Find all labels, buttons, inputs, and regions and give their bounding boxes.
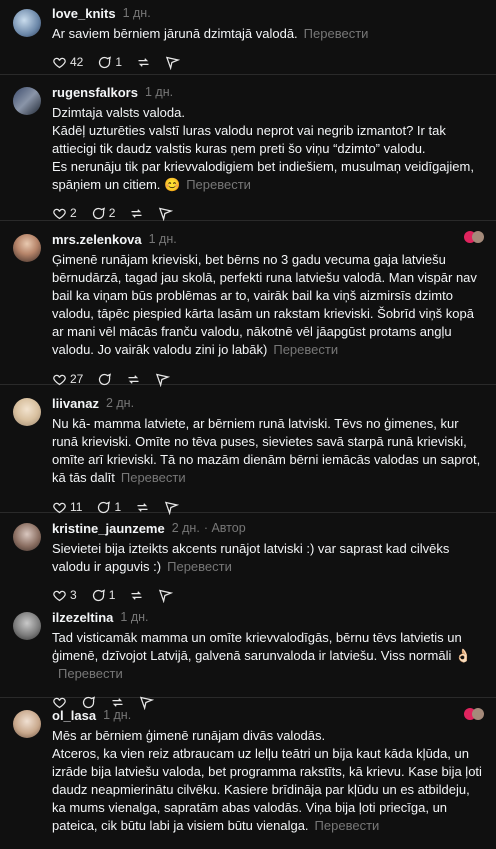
reply-button[interactable]: 1	[91, 588, 116, 603]
like-count: 11	[70, 500, 83, 514]
post-text: Ģimenē runājam krieviski, bet bērns no 3…	[52, 252, 481, 357]
translate-link[interactable]: Перевести	[58, 666, 123, 681]
timestamp: 2 дн.	[105, 396, 135, 410]
reply-count: 1	[108, 588, 116, 602]
avatar	[472, 231, 484, 243]
post-text: Ar saviem bērniem jārunā dzimtajā valodā…	[52, 26, 369, 41]
username[interactable]: kristine_jaunzeme	[52, 521, 165, 536]
post-ol-lasa: ol_lasa 1 дн. Mēs ar bērniem ģimenē runāj…	[0, 698, 496, 849]
translate-link[interactable]: Перевести	[315, 818, 380, 833]
reply-button[interactable]: 2	[91, 206, 116, 221]
reply-count: 2	[108, 206, 116, 220]
like-count: 42	[70, 55, 84, 69]
author-badge: · Автор	[203, 521, 246, 535]
post-text: Tad visticamāk mamma un omīte krievvalod…	[52, 630, 472, 681]
like-button[interactable]: 2	[52, 206, 77, 221]
avatar[interactable]	[13, 523, 41, 551]
send-icon	[159, 589, 174, 603]
avatar[interactable]	[13, 234, 41, 262]
timestamp: 1 дн.	[144, 85, 174, 99]
comment-icon	[99, 55, 112, 68]
avatar[interactable]	[13, 87, 41, 115]
send-icon	[159, 207, 174, 221]
translate-link[interactable]: Перевести	[273, 342, 338, 357]
share-button[interactable]	[158, 206, 174, 221]
username[interactable]: mrs.zelenkova	[52, 232, 142, 247]
timestamp: 1 дн.	[148, 232, 177, 246]
heart-icon	[53, 590, 66, 601]
like-count: 27	[70, 372, 84, 386]
comment-icon	[92, 588, 105, 601]
like-button[interactable]: 3	[52, 588, 77, 603]
liked-by-indicator[interactable]	[464, 708, 484, 720]
repost-icon	[138, 57, 149, 67]
timestamp: 1 дн.	[103, 708, 132, 722]
translate-link[interactable]: Перевести	[167, 559, 232, 574]
post-text: Mēs ar bērniem ģimenē runājam divās valo…	[52, 728, 482, 833]
repost-button[interactable]	[129, 588, 144, 603]
repost-icon	[131, 208, 142, 218]
post-text: Sievietei bija izteikts akcents runājot …	[52, 541, 454, 574]
post-mrs-zelenkova: mrs.zelenkova 1 дн. Ģimenē runājam krievi…	[0, 221, 496, 387]
post-love-knits: love_knits 1 дн. Ar saviem bērniem jārunā…	[0, 0, 496, 75]
post-text: Nu kā- mamma latviete, ar bērniem runā l…	[52, 416, 484, 485]
repost-button[interactable]	[129, 206, 144, 221]
timestamp: 1 дн.	[122, 6, 151, 20]
comment-icon	[92, 206, 105, 219]
post-ilzezeltina: ilzezeltina 1 дн. Tad visticamāk mamma un…	[0, 604, 496, 710]
username[interactable]: ol_lasa	[52, 708, 96, 723]
send-icon	[165, 56, 181, 70]
avatar[interactable]	[13, 398, 41, 426]
repost-button[interactable]	[136, 55, 151, 70]
translate-link[interactable]: Перевести	[304, 26, 369, 41]
post-liivanaz: liivanaz 2 дн. Nu kā- mamma latviete, ar …	[0, 385, 496, 515]
post-text: Dzimtaja valsts valoda. Kādēļ uzturēties…	[52, 105, 474, 192]
translate-link[interactable]: Перевести	[186, 177, 251, 192]
timestamp: 2 дн.	[171, 521, 200, 535]
username[interactable]: rugensfalkors	[52, 85, 138, 100]
reply-count: 1	[114, 500, 122, 514]
avatar	[472, 708, 484, 720]
post-rugensfalkors: rugensfalkors 1 дн. Dzimtaja valsts valod…	[0, 75, 496, 221]
heart-icon	[53, 208, 66, 219]
liked-by-indicator[interactable]	[464, 231, 484, 243]
avatar[interactable]	[13, 612, 41, 640]
reply-button[interactable]: 1	[97, 55, 122, 70]
username[interactable]: liivanaz	[52, 396, 99, 411]
repost-icon	[131, 590, 142, 600]
avatar[interactable]	[13, 9, 41, 37]
share-button[interactable]	[158, 588, 174, 603]
reply-count: 1	[115, 55, 123, 69]
timestamp: 1 дн.	[120, 610, 149, 624]
share-button[interactable]	[165, 55, 181, 70]
heart-icon	[53, 57, 66, 68]
username[interactable]: love_knits	[52, 6, 116, 21]
avatar[interactable]	[13, 710, 41, 738]
like-count: 3	[70, 588, 77, 602]
like-count: 2	[70, 206, 77, 220]
translate-link[interactable]: Перевести	[121, 470, 186, 485]
post-kristine-jaunzeme: kristine_jaunzeme 2 дн. · Автор Sievietei …	[0, 513, 496, 604]
username[interactable]: ilzezeltina	[52, 610, 113, 625]
like-button[interactable]: 42	[52, 55, 83, 70]
